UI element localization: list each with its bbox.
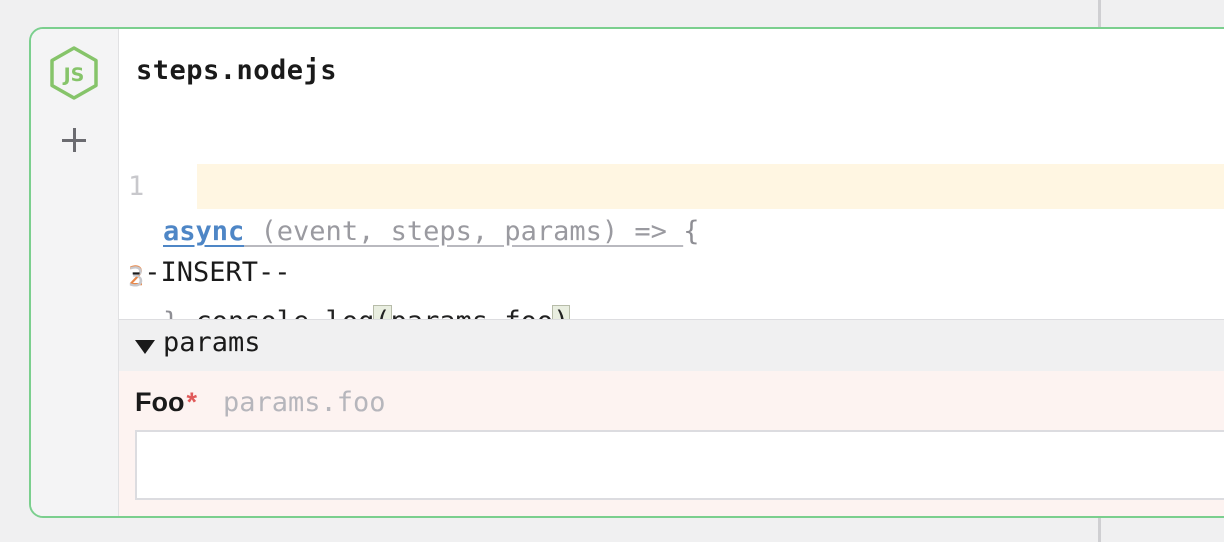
param-label-text: Foo: [135, 387, 185, 417]
step-card: JS steps.nodejs 1 async (event, steps, p…: [29, 27, 1224, 518]
step-title: steps.nodejs: [136, 55, 338, 86]
code-line[interactable]: 1 async (event, steps, params) => {: [119, 119, 1224, 247]
svg-text:JS: JS: [62, 64, 85, 86]
timeline-connector-bottom: [1098, 518, 1101, 542]
step-gutter: JS: [31, 29, 119, 516]
param-input-foo[interactable]: [135, 430, 1224, 500]
timeline-connector-top: [1098, 0, 1101, 28]
required-indicator: *: [186, 387, 197, 417]
code-line[interactable]: 3 }: [119, 210, 1224, 338]
code-line-active[interactable]: 2 console.log(params.foo): [119, 164, 1224, 338]
active-line-highlight: [197, 164, 1224, 209]
step-main: steps.nodejs 1 async (event, steps, para…: [119, 29, 1224, 516]
nodejs-icon: JS: [50, 46, 98, 100]
params-section-toggle[interactable]: params: [119, 319, 1224, 373]
editor-mode-indicator: --INSERT--: [128, 257, 291, 288]
params-section: Foo* params.foo: [119, 371, 1224, 516]
params-section-label: params: [163, 327, 261, 358]
add-step-button[interactable]: [58, 124, 90, 156]
param-path: params.foo: [223, 387, 386, 418]
caret-down-icon: [135, 340, 155, 354]
code-editor[interactable]: 1 async (event, steps, params) => { 2 co…: [119, 119, 1224, 338]
param-label-foo: Foo*: [135, 387, 197, 418]
